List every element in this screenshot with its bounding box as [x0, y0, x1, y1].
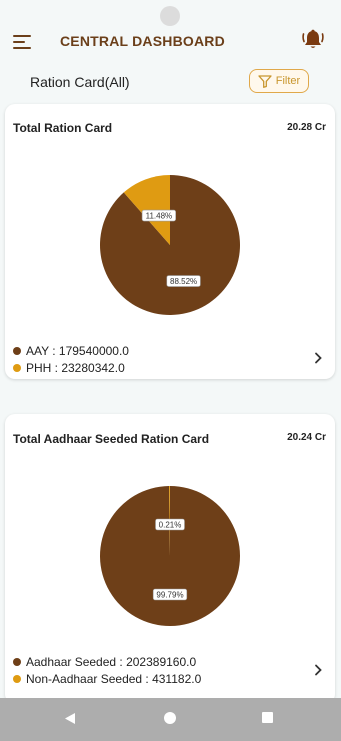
chevron-right-icon[interactable]: [313, 664, 323, 676]
card-total: 20.24 Cr: [287, 432, 326, 443]
pie-data-label: 11.48%: [141, 209, 176, 222]
svg-text:0.21%: 0.21%: [159, 521, 182, 530]
legend-item: AAY : 179540000.0: [13, 342, 129, 359]
svg-text:88.52%: 88.52%: [170, 277, 197, 286]
pie-chart: 99.79% 0.21%: [100, 486, 240, 626]
legend: AAY : 179540000.0 PHH : 23280342.0: [13, 342, 129, 376]
hamburger-menu-icon[interactable]: [13, 35, 33, 49]
legend-item: PHH : 23280342.0: [13, 359, 129, 376]
back-triangle-icon[interactable]: [64, 712, 76, 725]
legend-label: AAY : 179540000.0: [26, 343, 129, 358]
home-circle-icon[interactable]: [164, 712, 176, 724]
legend-dot: [13, 674, 21, 683]
filter-label: Filter: [275, 75, 301, 87]
funnel-icon: [258, 74, 272, 88]
app-bar: CENTRAL DASHBOARD: [0, 26, 341, 56]
svg-text:11.48%: 11.48%: [146, 212, 173, 221]
total-ration-card[interactable]: Total Ration Card 20.28 Cr 88.52% 11.48% …: [5, 104, 335, 379]
legend-item: Aadhaar Seeded : 202389160.0: [13, 653, 201, 670]
pie-data-label: 88.52%: [166, 275, 201, 287]
card-title: Total Ration Card: [13, 121, 113, 135]
section-title: Ration Card(All): [30, 74, 130, 90]
system-navigation-bar: [0, 698, 341, 741]
chevron-right-icon[interactable]: [313, 352, 323, 364]
page-title: CENTRAL DASHBOARD: [60, 33, 225, 49]
legend-label: PHH : 23280342.0: [26, 360, 125, 375]
pie-data-label: 99.79%: [152, 588, 188, 601]
pie-chart: 88.52% 11.48%: [100, 175, 240, 315]
aadhaar-seeded-card[interactable]: Total Aadhaar Seeded Ration Card 20.24 C…: [5, 414, 335, 704]
pie-data-label: 0.21%: [155, 518, 185, 531]
card-total: 20.28 Cr: [287, 122, 326, 133]
legend: Aadhaar Seeded : 202389160.0 Non-Aadhaar…: [13, 653, 201, 687]
card-title: Total Aadhaar Seeded Ration Card: [13, 432, 210, 446]
filter-button[interactable]: Filter: [249, 69, 309, 93]
legend-dot: [13, 363, 21, 372]
legend-dot: [13, 657, 21, 666]
legend-item: Non-Aadhaar Seeded : 431182.0: [13, 670, 201, 687]
legend-dot: [13, 346, 21, 355]
camera-cutout: [160, 6, 180, 26]
svg-text:99.79%: 99.79%: [156, 591, 183, 600]
bell-icon[interactable]: [302, 29, 324, 51]
legend-label: Aadhaar Seeded : 202389160.0: [26, 654, 197, 669]
recents-square-icon[interactable]: [262, 712, 273, 723]
legend-label: Non-Aadhaar Seeded : 431182.0: [26, 671, 202, 686]
